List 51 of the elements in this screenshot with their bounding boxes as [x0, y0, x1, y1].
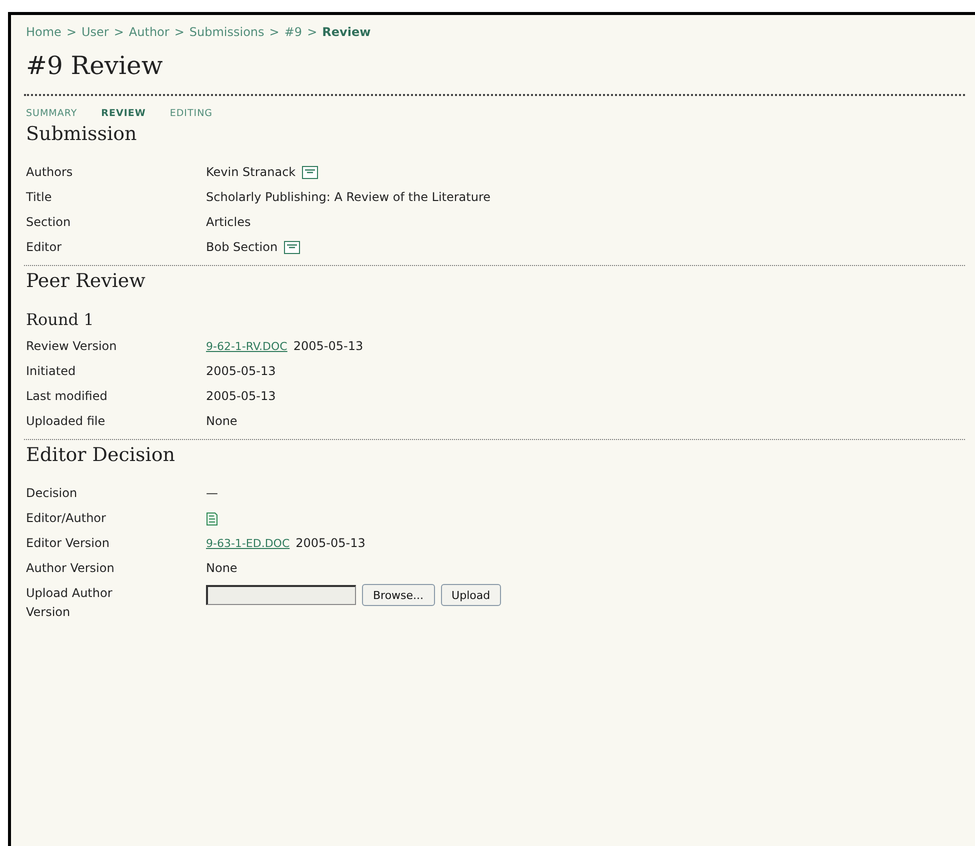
file-link[interactable]: 9-62-1-RV.DOC: [206, 340, 288, 353]
tab[interactable]: EDITING: [170, 108, 213, 119]
field-value: Scholarly Publishing: A Review of the Literature: [206, 189, 491, 206]
field-label: Title: [26, 189, 53, 206]
field-label: Authors: [26, 164, 74, 181]
field-value: Bob Section: [206, 239, 278, 256]
field-label: Section: [26, 214, 72, 231]
breadcrumb-link[interactable]: User: [82, 25, 109, 39]
field-value: Articles: [206, 214, 251, 231]
field-label: Review Version: [26, 338, 118, 355]
email-icon[interactable]: [284, 241, 300, 254]
note-icon[interactable]: [206, 512, 218, 526]
breadcrumb-separator: >: [307, 25, 318, 39]
breadcrumb-separator: >: [66, 25, 76, 39]
section-heading: Submission: [26, 123, 138, 145]
field-value: 2005-05-13: [206, 388, 276, 405]
breadcrumb-link[interactable]: Home: [26, 25, 62, 39]
tab[interactable]: REVIEW: [101, 108, 146, 119]
breadcrumb-separator: >: [114, 25, 124, 39]
field-label: Editor/Author: [26, 510, 107, 527]
field-label: Upload Author Version: [26, 585, 114, 621]
field-value: —: [206, 485, 218, 502]
field-label: Editor Version: [26, 535, 110, 552]
field-label: Initiated: [26, 363, 77, 380]
breadcrumb-separator: >: [269, 25, 280, 39]
tab[interactable]: SUMMARY: [26, 108, 78, 119]
page-title: #9 Review: [26, 51, 164, 80]
breadcrumb-link[interactable]: Submissions: [189, 25, 264, 39]
field-label: Editor: [26, 239, 63, 256]
file-field[interactable]: [206, 585, 356, 605]
breadcrumb-link[interactable]: Author: [128, 25, 170, 39]
section-heading: Peer Review: [26, 270, 146, 292]
field-label: Last modified: [26, 388, 108, 405]
breadcrumb-link[interactable]: Review: [322, 25, 371, 39]
breadcrumb-link[interactable]: #9: [284, 25, 302, 39]
round-heading: Round 1: [26, 310, 95, 329]
field-value: 2005-05-13: [206, 363, 276, 380]
form-button[interactable]: Upload: [440, 584, 502, 606]
breadcrumb-separator: >: [174, 25, 184, 39]
field-value: None: [206, 560, 238, 577]
field-value: 2005-05-13: [293, 338, 364, 355]
field-label: Uploaded file: [26, 413, 106, 430]
field-label: Author Version: [26, 560, 116, 577]
field-value: None: [206, 413, 238, 430]
field-label: Decision: [26, 485, 78, 502]
form-button[interactable]: Browse...: [362, 584, 435, 606]
field-value: Kevin Stranack: [206, 164, 296, 181]
section-heading: Editor Decision: [26, 444, 176, 466]
field-value: 2005-05-13: [296, 535, 366, 552]
email-icon[interactable]: [302, 166, 318, 179]
file-link[interactable]: 9-63-1-ED.DOC: [206, 537, 290, 550]
